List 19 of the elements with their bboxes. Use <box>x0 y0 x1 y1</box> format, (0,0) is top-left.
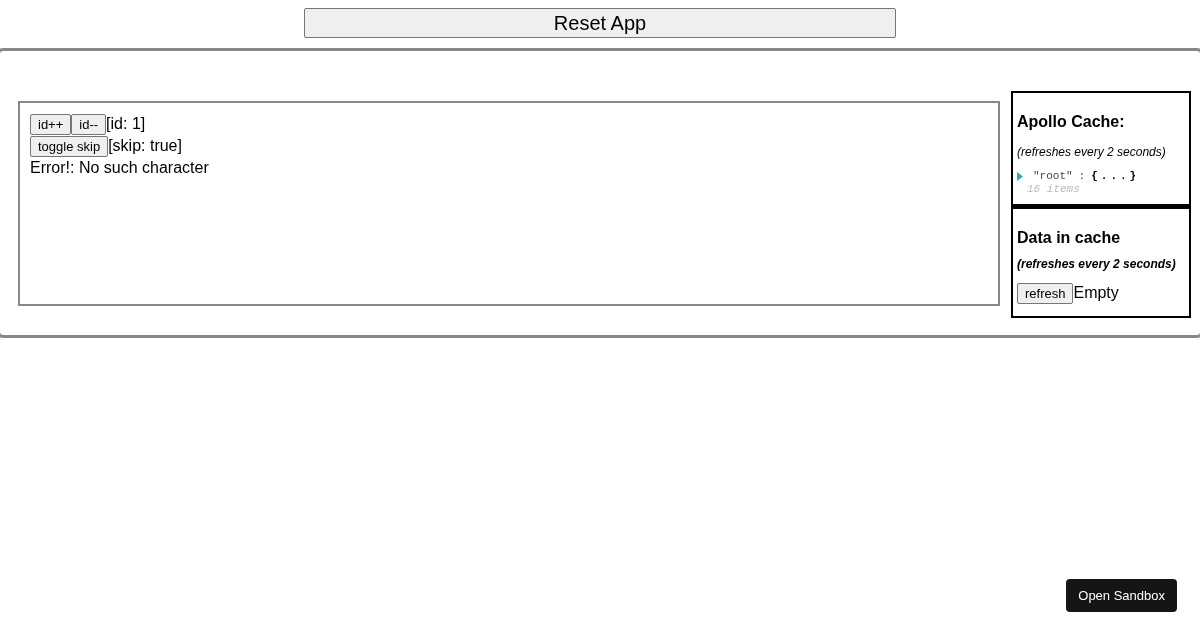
skip-label: [skip: true] <box>108 136 182 156</box>
item-count: 16 items <box>1027 183 1081 195</box>
id-button[interactable]: id++ <box>30 113 72 135</box>
tree-separator: : <box>1078 169 1086 183</box>
id-button[interactable]: id-- <box>71 113 107 135</box>
apollo-cache-title: Apollo Cache: <box>1017 113 1126 131</box>
tree-value: {...} <box>1091 169 1140 183</box>
refresh-note: (refreshes every 2 seconds) <box>1017 257 1177 271</box>
tree-key: "root" <box>1033 169 1073 183</box>
refresh-button[interactable]: refresh <box>1017 282 1074 304</box>
toggle-skip-button[interactable]: toggle skip <box>30 135 109 157</box>
id-label: [id: 1] <box>106 114 146 134</box>
open-sandbox-button[interactable]: Open Sandbox <box>1066 579 1177 612</box>
error-message: Error!: No such character <box>30 158 209 178</box>
caret-icon[interactable] <box>1017 171 1023 181</box>
reset-app-button[interactable]: Reset App <box>304 8 896 38</box>
data-cache-title: Data in cache <box>1017 229 1122 247</box>
cache-value: Empty <box>1073 283 1119 303</box>
refresh-note: (refreshes every 2 seconds) <box>1017 145 1167 159</box>
